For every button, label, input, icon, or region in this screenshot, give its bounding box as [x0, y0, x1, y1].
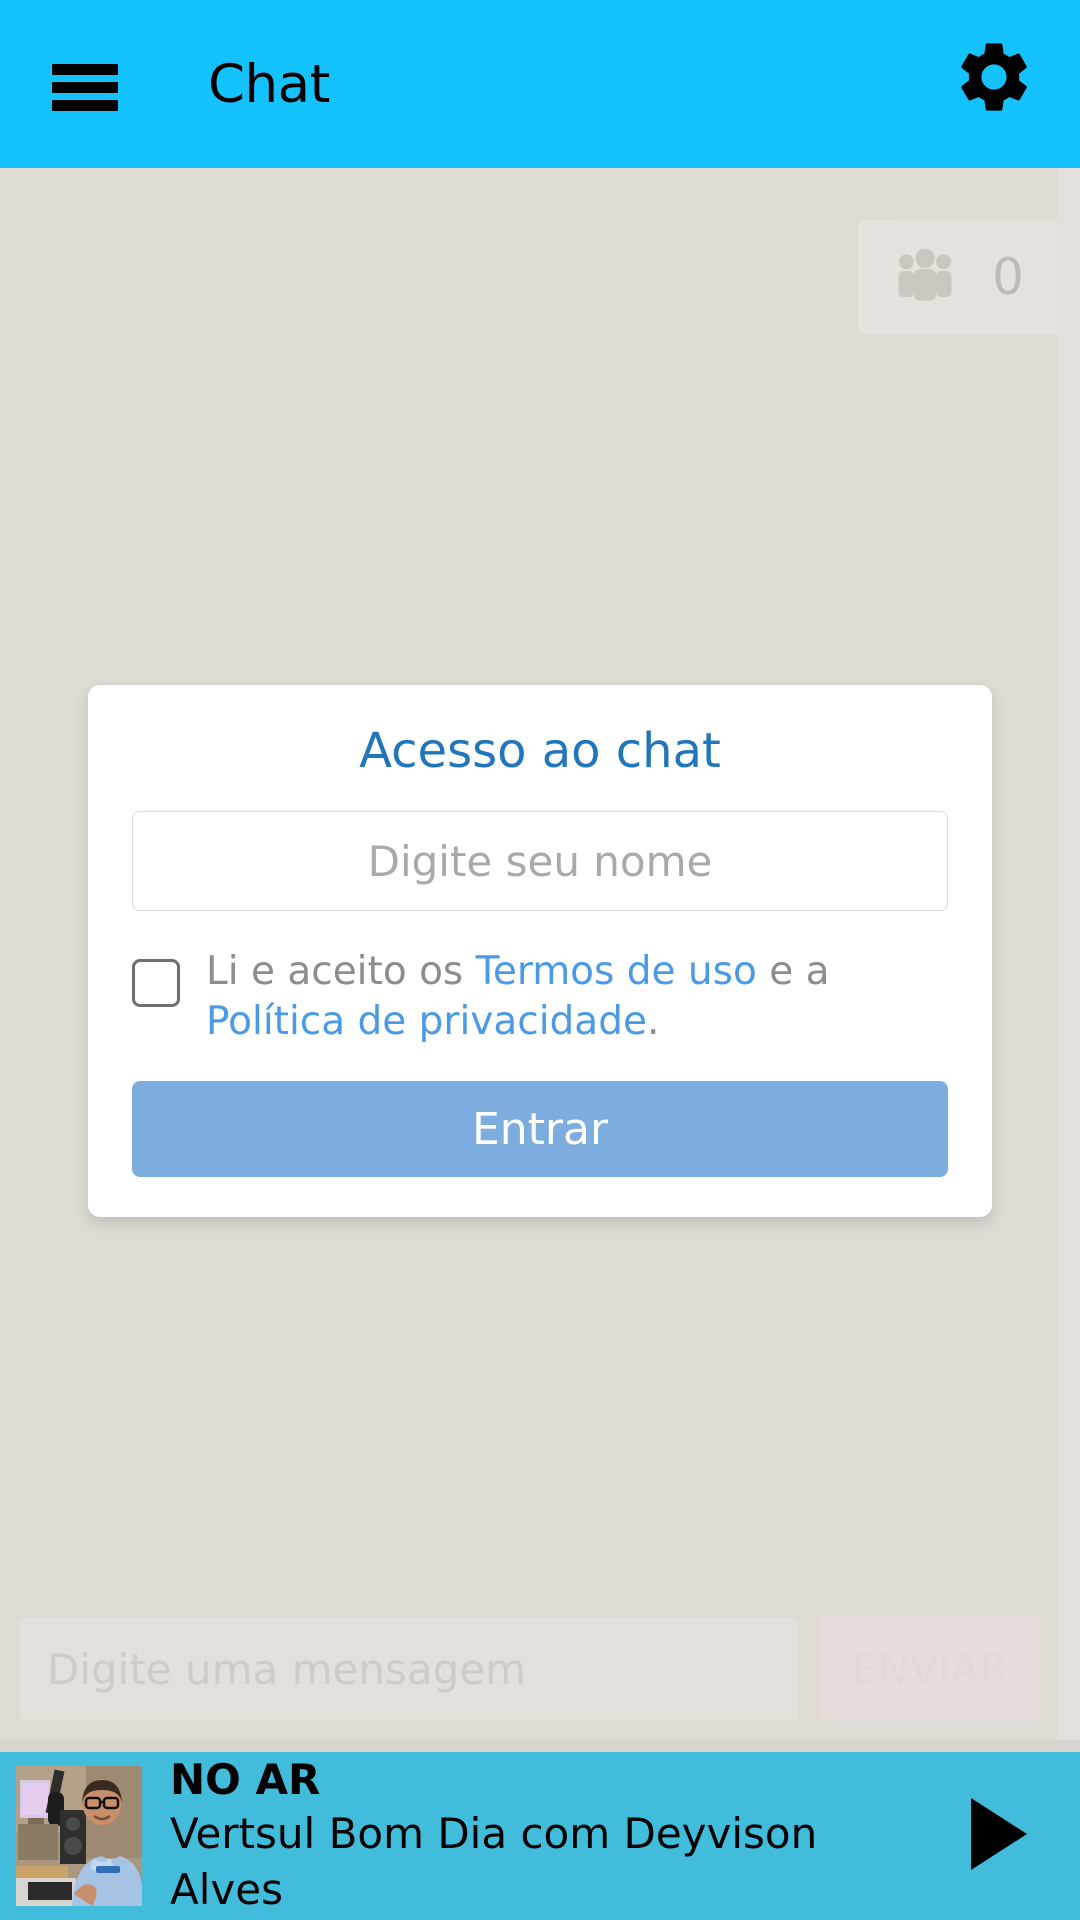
- app-header: Chat: [0, 0, 1080, 168]
- live-label: NO AR: [170, 1755, 321, 1804]
- play-triangle-icon: [967, 1796, 1029, 1876]
- online-users-count: 0: [992, 248, 1024, 306]
- name-input[interactable]: [132, 811, 948, 911]
- settings-button[interactable]: [950, 32, 1038, 122]
- program-title: Vertsul Bom Dia com Deyvison Alves: [170, 1809, 818, 1914]
- message-input[interactable]: [18, 1617, 800, 1721]
- terms-checkbox[interactable]: [132, 959, 180, 1007]
- modal-title: Acesso ao chat: [359, 723, 721, 779]
- hamburger-menu-icon[interactable]: [52, 64, 118, 111]
- terms-middle: e a: [756, 949, 830, 994]
- privacy-policy-link[interactable]: Política de privacidade: [206, 999, 647, 1044]
- terms-suffix: .: [646, 999, 660, 1044]
- page-title: Chat: [208, 54, 330, 115]
- composer-divider: [0, 1740, 1080, 1752]
- chat-scrollbar[interactable]: [1058, 168, 1080, 1740]
- play-button[interactable]: [938, 1776, 1058, 1896]
- chat-app-screen: Chat 0 Acesso ao chat Digite seu nome Li…: [0, 0, 1080, 1920]
- people-group-icon: [892, 247, 958, 307]
- hamburger-bar: [52, 64, 118, 75]
- message-composer: ENVIAR: [0, 1598, 1058, 1740]
- terms-text: Li e aceito os Termos de uso e a Polític…: [206, 947, 948, 1047]
- player-program-info: NO AR Vertsul Bom Dia com Deyvison Alves: [170, 1754, 938, 1918]
- hamburger-bar: [52, 100, 118, 111]
- terms-prefix: Li e aceito os: [206, 949, 476, 994]
- terms-of-use-link[interactable]: Termos de uso: [476, 949, 757, 994]
- enter-chat-button[interactable]: Entrar: [132, 1081, 948, 1177]
- online-users-badge: 0: [858, 220, 1058, 334]
- terms-acceptance-row: Li e aceito os Termos de uso e a Polític…: [132, 947, 948, 1047]
- chat-access-modal: Acesso ao chat Li e aceito os Termos de …: [88, 685, 992, 1217]
- program-thumbnail: [16, 1766, 142, 1906]
- gear-icon: [952, 35, 1036, 119]
- send-message-button[interactable]: ENVIAR: [820, 1617, 1040, 1721]
- hamburger-bar: [52, 82, 118, 93]
- radio-player-bar: NO AR Vertsul Bom Dia com Deyvison Alves: [0, 1752, 1080, 1920]
